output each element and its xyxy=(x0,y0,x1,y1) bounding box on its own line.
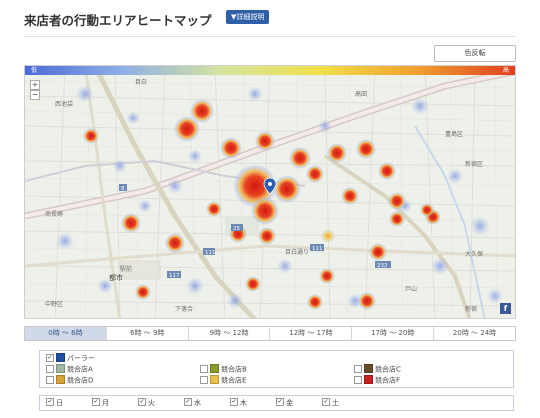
place-label: 目白 xyxy=(135,78,147,86)
legend-swatch xyxy=(56,364,65,373)
checkbox[interactable]: ✓ xyxy=(92,398,100,406)
legend-item-competitor-e[interactable]: 競合店E xyxy=(200,375,247,386)
checkbox[interactable]: ✓ xyxy=(322,398,330,406)
place-label: 南長崎 xyxy=(45,210,63,218)
legend-item-competitor-c[interactable]: 競合店C xyxy=(354,364,401,375)
legend-swatch xyxy=(364,364,373,373)
place-label: 新宿区 xyxy=(465,160,483,168)
tab-time-2[interactable]: 9時 〜 12時 xyxy=(189,327,271,340)
day-item[interactable]: ✓ 金 xyxy=(276,398,293,408)
legend-label: 競合店A xyxy=(67,365,93,374)
place-label: 高田 xyxy=(355,90,367,98)
place-label: 大久保 xyxy=(465,250,483,258)
day-item[interactable]: ✓ 土 xyxy=(322,398,339,408)
tab-time-4[interactable]: 17時 〜 20時 xyxy=(352,327,435,340)
legend-swatch xyxy=(56,353,65,362)
page-title: 来店者の行動エリアヒートマップ xyxy=(24,13,212,28)
day-label: 火 xyxy=(148,399,155,407)
facebook-share-icon[interactable]: f xyxy=(500,303,511,314)
place-label: 駅前 xyxy=(120,265,132,273)
heat-scale-bar: 低 高 xyxy=(25,66,515,75)
day-label: 水 xyxy=(194,399,201,407)
day-item[interactable]: ✓ 月 xyxy=(92,398,109,408)
place-label: 戸山 xyxy=(405,285,417,293)
route-label: 8 xyxy=(121,186,125,192)
checkbox[interactable]: ✓ xyxy=(184,398,192,406)
checkbox[interactable] xyxy=(46,375,54,384)
checkbox[interactable]: ✓ xyxy=(46,398,54,406)
invert-color-button[interactable]: 色反転 xyxy=(434,45,516,62)
header-divider xyxy=(24,36,516,37)
legend-item-competitor-a[interactable]: 競合店A xyxy=(46,364,93,375)
legend-label: 競合店C xyxy=(375,365,401,374)
checkbox[interactable]: ✓ xyxy=(276,398,284,406)
checkbox[interactable] xyxy=(200,364,208,373)
tab-time-0[interactable]: 0時 〜 6時 xyxy=(25,327,107,340)
checkbox[interactable] xyxy=(46,364,54,373)
place-label: 豊島区 xyxy=(445,130,463,138)
day-label: 金 xyxy=(286,399,293,407)
tab-time-3[interactable]: 12時 〜 17時 xyxy=(270,327,353,340)
day-label: 木 xyxy=(240,399,247,407)
zoom-in-button[interactable]: + xyxy=(30,80,40,90)
station-label: 都市 xyxy=(109,273,123,282)
zoom-control: + − xyxy=(30,80,40,100)
place-label: 目白通り xyxy=(285,248,309,256)
detail-button[interactable]: ▼詳細説明 xyxy=(226,10,270,24)
checkbox[interactable]: ✓ xyxy=(46,353,54,362)
day-label: 月 xyxy=(102,399,109,407)
day-label: 土 xyxy=(332,399,339,407)
place-label: 中野区 xyxy=(45,300,63,308)
day-item[interactable]: ✓ 水 xyxy=(184,398,201,408)
tab-time-5[interactable]: 20時 〜 24時 xyxy=(434,327,515,340)
checkbox[interactable]: ✓ xyxy=(230,398,238,406)
legend-label: 競合店E xyxy=(221,376,247,385)
legend-label: 競合店F xyxy=(375,376,401,385)
scale-min-label: 低 xyxy=(31,67,38,74)
map-canvas[interactable]: 西池袋 南長崎 豊島区 目白 高田 駅前 下落合 新宿 戸山 大久保 目白通り … xyxy=(25,66,516,319)
heatmap-map[interactable]: 西池袋 南長崎 豊島区 目白 高田 駅前 下落合 新宿 戸山 大久保 目白通り … xyxy=(24,65,516,319)
legend-swatch xyxy=(210,375,219,384)
legend-swatch xyxy=(364,375,373,384)
store-legend: ✓ パーラー 競合店A 競合店B 競合店C 競合店D 競合店E 競合店F xyxy=(39,350,514,388)
route-label: 111 xyxy=(312,246,323,252)
weekday-filter: ✓ 日 ✓ 月 ✓ 火 ✓ 水 ✓ 木 ✓ 金 ✓ 土 xyxy=(39,395,514,411)
checkbox[interactable]: ✓ xyxy=(138,398,146,406)
day-item[interactable]: ✓ 火 xyxy=(138,398,155,408)
route-label: 232 xyxy=(377,263,388,269)
legend-item-parlor[interactable]: ✓ パーラー xyxy=(46,353,95,364)
place-label: 西池袋 xyxy=(55,100,73,108)
page-header: 来店者の行動エリアヒートマップ ▼詳細説明 xyxy=(24,8,516,36)
legend-swatch xyxy=(210,364,219,373)
route-label: 25 xyxy=(233,226,240,232)
legend-label: 競合店B xyxy=(221,365,247,374)
tab-time-1[interactable]: 6時 〜 9時 xyxy=(107,327,189,340)
checkbox[interactable] xyxy=(354,364,362,373)
legend-item-competitor-d[interactable]: 競合店D xyxy=(46,375,94,386)
zoom-out-button[interactable]: − xyxy=(30,90,40,100)
legend-label: パーラー xyxy=(67,354,95,363)
legend-item-competitor-b[interactable]: 競合店B xyxy=(200,364,247,375)
place-label: 下落合 xyxy=(175,305,193,313)
route-label: 117 xyxy=(169,273,180,279)
legend-item-competitor-f[interactable]: 競合店F xyxy=(354,375,401,386)
legend-label: 競合店D xyxy=(67,376,94,385)
place-label: 新宿 xyxy=(465,305,477,313)
checkbox[interactable] xyxy=(354,375,362,384)
time-tabs: 0時 〜 6時 6時 〜 9時 9時 〜 12時 12時 〜 17時 17時 〜… xyxy=(24,326,516,341)
route-label: 111 xyxy=(205,250,216,256)
checkbox[interactable] xyxy=(200,375,208,384)
scale-max-label: 高 xyxy=(502,67,509,74)
legend-swatch xyxy=(56,375,65,384)
day-item[interactable]: ✓ 日 xyxy=(46,398,63,408)
day-item[interactable]: ✓ 木 xyxy=(230,398,247,408)
day-label: 日 xyxy=(56,399,63,407)
